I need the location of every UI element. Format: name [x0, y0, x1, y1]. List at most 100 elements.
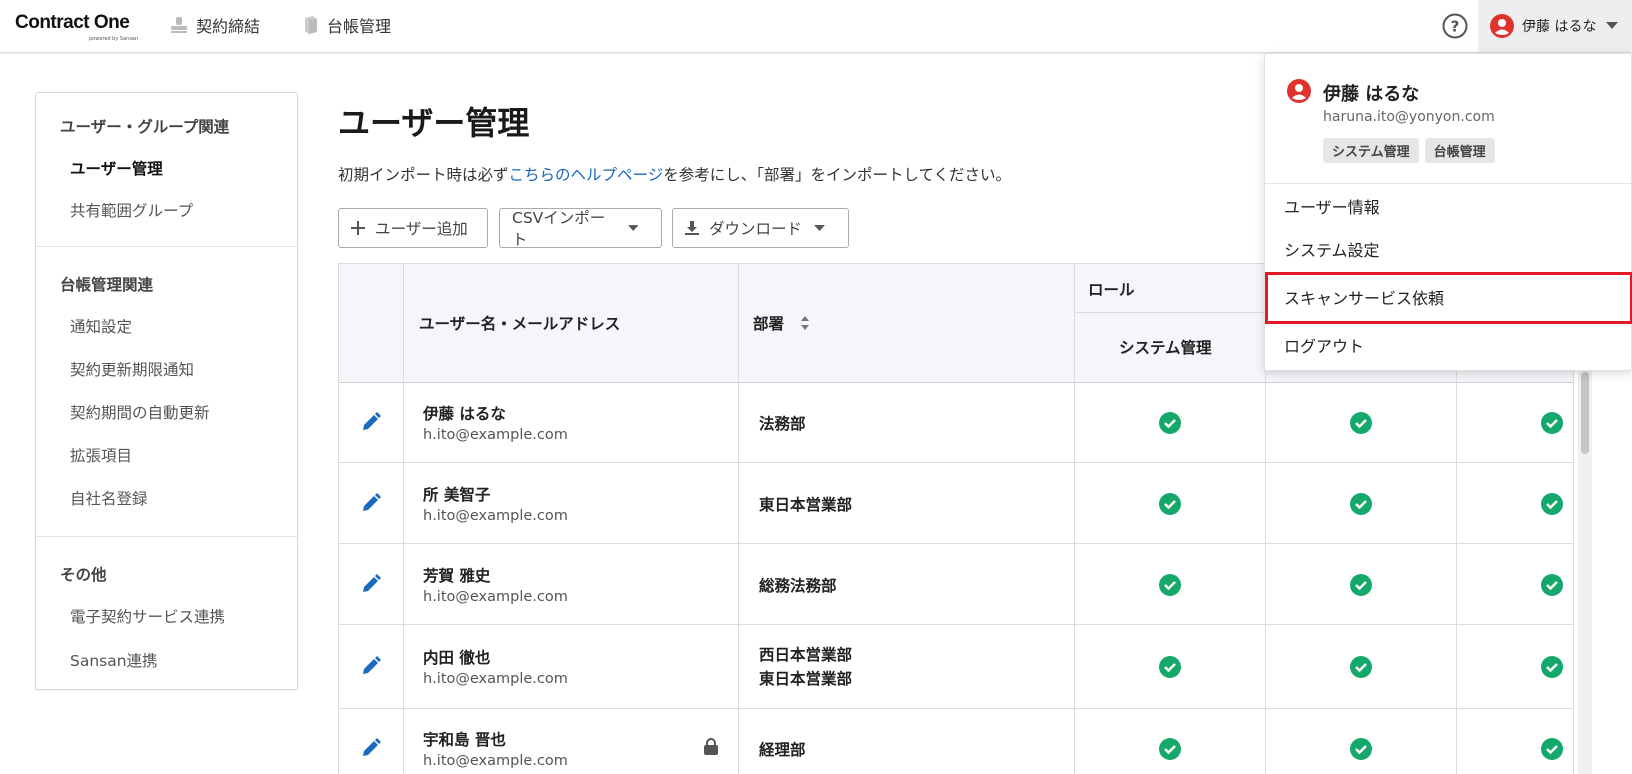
dropdown-user-email: haruna.ito@yonyon.com: [1323, 109, 1495, 125]
download-button[interactable]: ダウンロード: [672, 208, 849, 248]
check-circle-icon: [1541, 738, 1563, 760]
check-circle-icon: [1541, 412, 1563, 434]
column-divider: [738, 264, 739, 774]
user-name: 内田 徹也: [423, 649, 491, 667]
role-tag: 台帳管理: [1424, 138, 1495, 163]
nav-contract-signing-label: 契約締結: [196, 17, 261, 36]
sidebar-item-sansan-integration[interactable]: Sansan連携: [70, 649, 158, 671]
user-email: h.ito@example.com: [423, 589, 568, 605]
edit-pencil-icon[interactable]: [361, 574, 381, 594]
column-header-dept-label: 部署: [753, 315, 785, 333]
sidebar-item-renewal-notice[interactable]: 契約更新期限通知: [70, 358, 194, 380]
check-circle-icon: [1350, 493, 1372, 515]
logo[interactable]: Contract One powered by Sansan: [15, 12, 138, 42]
check-circle-icon: [1159, 493, 1181, 515]
sidebar-item-extended-fields[interactable]: 拡張項目: [70, 444, 132, 466]
nav-ledger[interactable]: 台帳管理: [303, 13, 391, 37]
help-icon[interactable]: ?: [1441, 12, 1469, 44]
dept-line: 総務法務部: [759, 577, 837, 595]
logo-text: Contract One: [15, 12, 130, 33]
chevron-down-icon: [1606, 22, 1619, 29]
add-user-button[interactable]: ユーザー追加: [338, 208, 488, 248]
menu-item-user-info[interactable]: ユーザー情報: [1284, 194, 1380, 218]
user-dept: 法務部: [759, 412, 806, 436]
highlight-box: [1265, 272, 1632, 324]
user-email: h.ito@example.com: [423, 427, 568, 443]
menu-item-system-settings[interactable]: システム設定: [1284, 237, 1380, 261]
check-circle-icon: [1541, 656, 1563, 678]
user-dropdown-menu: 伊藤 はるな haruna.ito@yonyon.com システム管理 台帳管理…: [1264, 53, 1632, 371]
column-header-role: ロール: [1088, 281, 1135, 299]
role-tags: システム管理 台帳管理: [1323, 138, 1495, 163]
edit-pencil-icon[interactable]: [361, 738, 381, 758]
user-name: 伊藤 はるな: [423, 405, 506, 423]
column-header-user: ユーザー名・メールアドレス: [419, 315, 621, 333]
check-circle-icon: [1159, 412, 1181, 434]
plus-icon: [351, 221, 365, 235]
help-page-link[interactable]: こちらのヘルプページ: [509, 166, 664, 184]
row-divider: [339, 462, 1573, 463]
download-label: ダウンロード: [709, 220, 803, 238]
lock-icon: [704, 738, 718, 755]
user-menu-button[interactable]: 伊藤 はるな: [1478, 0, 1632, 52]
nav-ledger-label: 台帳管理: [327, 17, 392, 36]
sort-icon: [801, 316, 810, 330]
sidebar-group-user-group: ユーザー・グループ関連: [60, 118, 230, 136]
check-circle-icon: [1350, 656, 1372, 678]
notice-suffix: を参考にし、「部署」をインポートしてください。: [663, 166, 1012, 184]
edit-pencil-icon[interactable]: [361, 656, 381, 676]
chevron-down-icon: [628, 224, 639, 231]
edit-pencil-icon[interactable]: [361, 493, 381, 513]
sidebar-item-user-management[interactable]: ユーザー管理: [70, 157, 163, 179]
dept-line: 経理部: [759, 741, 806, 759]
user-email: h.ito@example.com: [423, 753, 568, 769]
check-circle-icon: [1350, 574, 1372, 596]
column-header-dept[interactable]: 部署: [753, 312, 810, 334]
user-name: 所 美智子: [423, 486, 491, 504]
user-dept: 総務法務部: [759, 574, 837, 598]
user-name: 芳賀 雅史: [423, 567, 491, 585]
check-circle-icon: [1541, 574, 1563, 596]
user-dept: 経理部: [759, 738, 806, 762]
check-circle-icon: [1159, 656, 1181, 678]
dept-line: 東日本営業部: [759, 496, 853, 514]
dept-line: 西日本営業部: [759, 646, 853, 664]
sidebar-group-other: その他: [60, 566, 107, 584]
check-circle-icon: [1159, 574, 1181, 596]
sidebar-item-notification[interactable]: 通知設定: [70, 315, 132, 337]
scrollbar-thumb[interactable]: [1581, 372, 1589, 454]
check-circle-icon: [1159, 738, 1181, 760]
app-header: Contract One powered by Sansan 契約締結 台帳管理…: [0, 0, 1632, 53]
sidebar-group-ledger: 台帳管理関連: [60, 276, 154, 294]
download-icon: [685, 221, 699, 235]
dept-line: 法務部: [759, 415, 806, 433]
avatar-icon: [1287, 79, 1311, 103]
column-divider: [1074, 264, 1075, 774]
check-circle-icon: [1541, 493, 1563, 515]
logo-subtext: powered by Sansan: [89, 36, 139, 42]
avatar-icon: [1490, 14, 1514, 38]
user-dept: 西日本営業部 東日本営業部: [759, 643, 852, 691]
sidebar-divider: [36, 246, 297, 247]
user-email: h.ito@example.com: [423, 671, 568, 687]
nav-contract-signing[interactable]: 契約締結: [170, 13, 260, 37]
sidebar-divider: [36, 536, 297, 537]
menu-item-logout[interactable]: ログアウト: [1284, 333, 1364, 357]
page-title: ユーザー管理: [338, 104, 530, 142]
table-scrollbar[interactable]: [1578, 370, 1592, 774]
sidebar-item-company-name[interactable]: 自社名登録: [70, 487, 148, 509]
stamp-icon: [171, 17, 187, 33]
column-divider: [403, 264, 404, 774]
role-tag: システム管理: [1323, 138, 1419, 163]
edit-pencil-icon[interactable]: [361, 412, 381, 432]
user-email: h.ito@example.com: [423, 508, 568, 524]
user-dept: 東日本営業部: [759, 493, 852, 517]
notice-prefix: 初期インポート時は必ず: [338, 166, 509, 184]
sidebar-item-esign-integration[interactable]: 電子契約サービス連携: [70, 605, 225, 627]
sidebar-item-share-scope-group[interactable]: 共有範囲グループ: [70, 199, 193, 221]
csv-import-button[interactable]: CSVインポート: [499, 208, 662, 249]
dropdown-divider: [1265, 183, 1631, 184]
chevron-down-icon: [814, 224, 826, 231]
column-header-system-admin: システム管理: [1119, 339, 1212, 357]
sidebar-item-auto-renewal[interactable]: 契約期間の自動更新: [70, 401, 210, 423]
